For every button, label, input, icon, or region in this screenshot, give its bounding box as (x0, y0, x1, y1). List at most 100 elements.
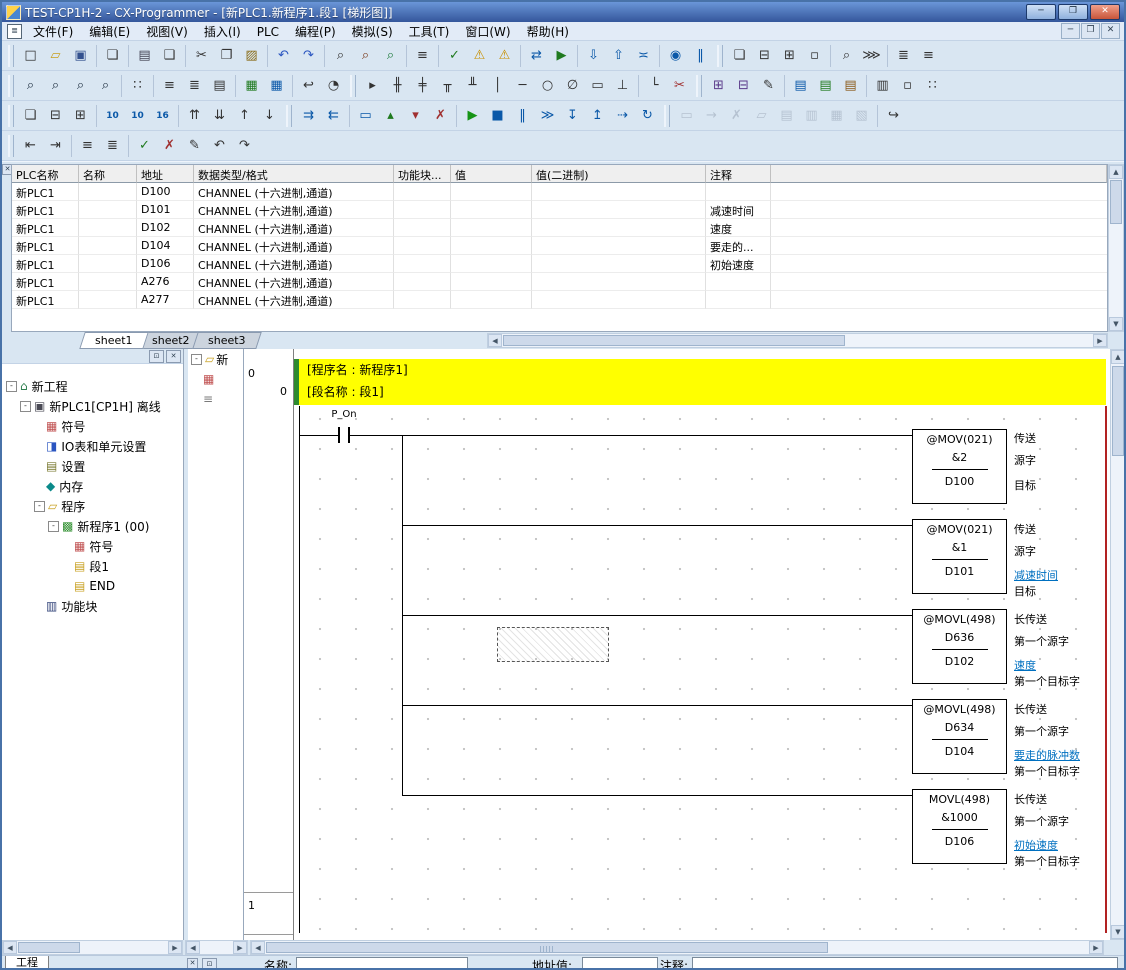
save-button[interactable]: ▣ (68, 43, 93, 69)
menu-item[interactable]: 编辑(E) (81, 23, 138, 41)
close-button[interactable]: ✕ (1090, 4, 1120, 20)
new-closed-contact-button[interactable]: ╪ (410, 73, 435, 99)
menu-item[interactable]: 帮助(H) (519, 23, 577, 41)
address-bar-close-button[interactable] (187, 958, 198, 969)
scroll-left-icon[interactable] (186, 941, 200, 954)
menu-item[interactable]: 编程(P) (287, 23, 344, 41)
menu-item[interactable]: 模拟(S) (344, 23, 401, 41)
collapse-icon[interactable]: - (20, 401, 31, 412)
tab-project[interactable]: 工程 (5, 956, 49, 970)
sheet-tab-sheet3[interactable]: sheet3 (192, 332, 261, 349)
toolbar-grip[interactable] (664, 105, 670, 127)
toggle-grid-button[interactable]: ∷ (125, 73, 150, 99)
find-button[interactable]: ⌕ (328, 43, 353, 69)
force-on-button[interactable]: ▴ (378, 103, 403, 129)
go-to-top-button[interactable]: ⇈ (182, 103, 207, 129)
instruction-block[interactable]: @MOV(021)&1D101 (912, 519, 1007, 594)
vertical-line-button[interactable]: │ (485, 73, 510, 99)
open-file-button[interactable]: ▱ (43, 43, 68, 69)
io-comment-view-button[interactable]: ≣ (891, 43, 916, 69)
new-file-button[interactable]: □ (18, 43, 43, 69)
indent-rung-button[interactable]: ⇥ (43, 133, 68, 159)
arrange-icons-button[interactable]: ▫ (802, 43, 827, 69)
diff-previous-button[interactable]: ↶ (207, 133, 232, 159)
monitor-data-trace-button[interactable]: ▦ (239, 73, 264, 99)
outdent-rung-button[interactable]: ⇤ (18, 133, 43, 159)
tree-item-io-table[interactable]: ◨IO表和单元设置 (2, 436, 183, 456)
minimize-button[interactable]: ─ (1026, 4, 1056, 20)
zoom-in-button[interactable]: ⌕ (18, 73, 43, 99)
table-row[interactable]: 新PLC1D104CHANNEL (十六进制,通道)要走的... (12, 237, 1107, 255)
io-table-view-button[interactable]: ▥ (870, 73, 895, 99)
find-retrieve-button[interactable]: ⌕ (378, 43, 403, 69)
online-edit-cancel-button[interactable]: ✗ (724, 103, 749, 129)
previous-rung-button[interactable]: ↑ (232, 103, 257, 129)
instruction-block[interactable]: @MOVL(498)D636D102 (912, 609, 1007, 684)
invert-instruction-button[interactable]: ⊥ (610, 73, 635, 99)
collapse-icon[interactable]: - (48, 521, 59, 532)
table-row[interactable]: 新PLC1D102CHANNEL (十六进制,通道)速度 (12, 219, 1107, 237)
mdi-restore-button[interactable]: ❐ (1081, 23, 1100, 39)
continuous-step-button[interactable]: ⇢ (610, 103, 635, 129)
hex-monitor-button[interactable]: ▤ (838, 73, 863, 99)
scroll-down-icon[interactable] (1109, 317, 1123, 331)
diff-accept-button[interactable]: ✓ (132, 133, 157, 159)
name-input[interactable] (296, 957, 468, 970)
scroll-up-icon[interactable] (1111, 350, 1125, 364)
scrollbar-thumb[interactable] (18, 942, 80, 953)
io-comment-list-button[interactable]: ≣ (100, 133, 125, 159)
toolbar-grip[interactable] (286, 105, 292, 127)
zoom-100-button[interactable]: ⌕ (68, 73, 93, 99)
copy-button[interactable]: ❐ (214, 43, 239, 69)
scrollbar-thumb[interactable] (1112, 366, 1124, 456)
scrollbar-thumb[interactable] (1110, 180, 1122, 224)
online-edit-send-button[interactable]: → (699, 103, 724, 129)
tree-item-end[interactable]: ▤END (2, 576, 183, 596)
symbol-bar-button[interactable]: ▤ (788, 73, 813, 99)
find-replace-button[interactable]: ⌕ (353, 43, 378, 69)
workspace-close-button[interactable] (166, 350, 181, 363)
compile-all-button[interactable]: ⚠ (467, 43, 492, 69)
step-width-16-button[interactable]: 16 (150, 103, 175, 129)
toolbar-grip[interactable] (8, 45, 14, 67)
online-edit-save-button[interactable]: ▥ (799, 103, 824, 129)
zoom-window-button[interactable]: ⌕ (834, 43, 859, 69)
step-run-button[interactable]: ≫ (535, 103, 560, 129)
attach-comment-button[interactable]: ✎ (756, 73, 781, 99)
online-edit-rungs-button[interactable]: ▭ (353, 103, 378, 129)
selection-marquee[interactable] (497, 627, 609, 662)
address-reference-button[interactable]: ≡ (410, 43, 435, 69)
tile-horizontal-button[interactable]: ⊟ (752, 43, 777, 69)
compare-with-plc-button[interactable]: ≍ (631, 43, 656, 69)
line-connect-mode-button[interactable]: └ (642, 73, 667, 99)
menu-item[interactable]: 工具(T) (401, 23, 458, 41)
diff-edit-button[interactable]: ✎ (182, 133, 207, 159)
select-mode-button[interactable]: ▸ (360, 73, 385, 99)
sheet-tab-sheet1[interactable]: sheet1 (79, 332, 148, 349)
table-row[interactable]: 新PLC1A277CHANNEL (十六进制,通道) (12, 291, 1107, 309)
rung-comment-list-button[interactable]: ≡ (75, 133, 100, 159)
pause-mode-button[interactable]: ‖ (510, 103, 535, 129)
scroll-up-icon[interactable] (1109, 165, 1123, 179)
table-row[interactable]: 新PLC1A276CHANNEL (十六进制,通道) (12, 273, 1107, 291)
mdi-close-button[interactable]: ✕ (1101, 23, 1120, 39)
zoom-out-button[interactable]: ⌕ (43, 73, 68, 99)
ladder-vertical-scrollbar[interactable] (1110, 349, 1126, 940)
retry-button[interactable]: ↪ (881, 103, 906, 129)
online-simulator-button[interactable]: ▶ (549, 43, 574, 69)
toolbar-grip[interactable] (717, 45, 723, 67)
collapse-icon[interactable]: - (191, 354, 202, 365)
scroll-right-icon[interactable] (168, 941, 182, 954)
line-delete-mode-button[interactable]: ✂ (667, 73, 692, 99)
run-mode-button[interactable]: ▶ (460, 103, 485, 129)
column-header[interactable]: 地址 (137, 165, 194, 183)
new-closed-coil-button[interactable]: ∅ (560, 73, 585, 99)
collapse-icon[interactable]: - (34, 501, 45, 512)
scroll-left-icon[interactable] (488, 334, 502, 347)
scroll-down-icon[interactable] (1111, 925, 1125, 939)
force-off-button[interactable]: ▾ (403, 103, 428, 129)
scrollbar-thumb[interactable] (503, 335, 845, 346)
function-block-parameter-button[interactable]: ⊟ (731, 73, 756, 99)
new-coil-button[interactable]: ○ (535, 73, 560, 99)
undo-button[interactable]: ↶ (271, 43, 296, 69)
